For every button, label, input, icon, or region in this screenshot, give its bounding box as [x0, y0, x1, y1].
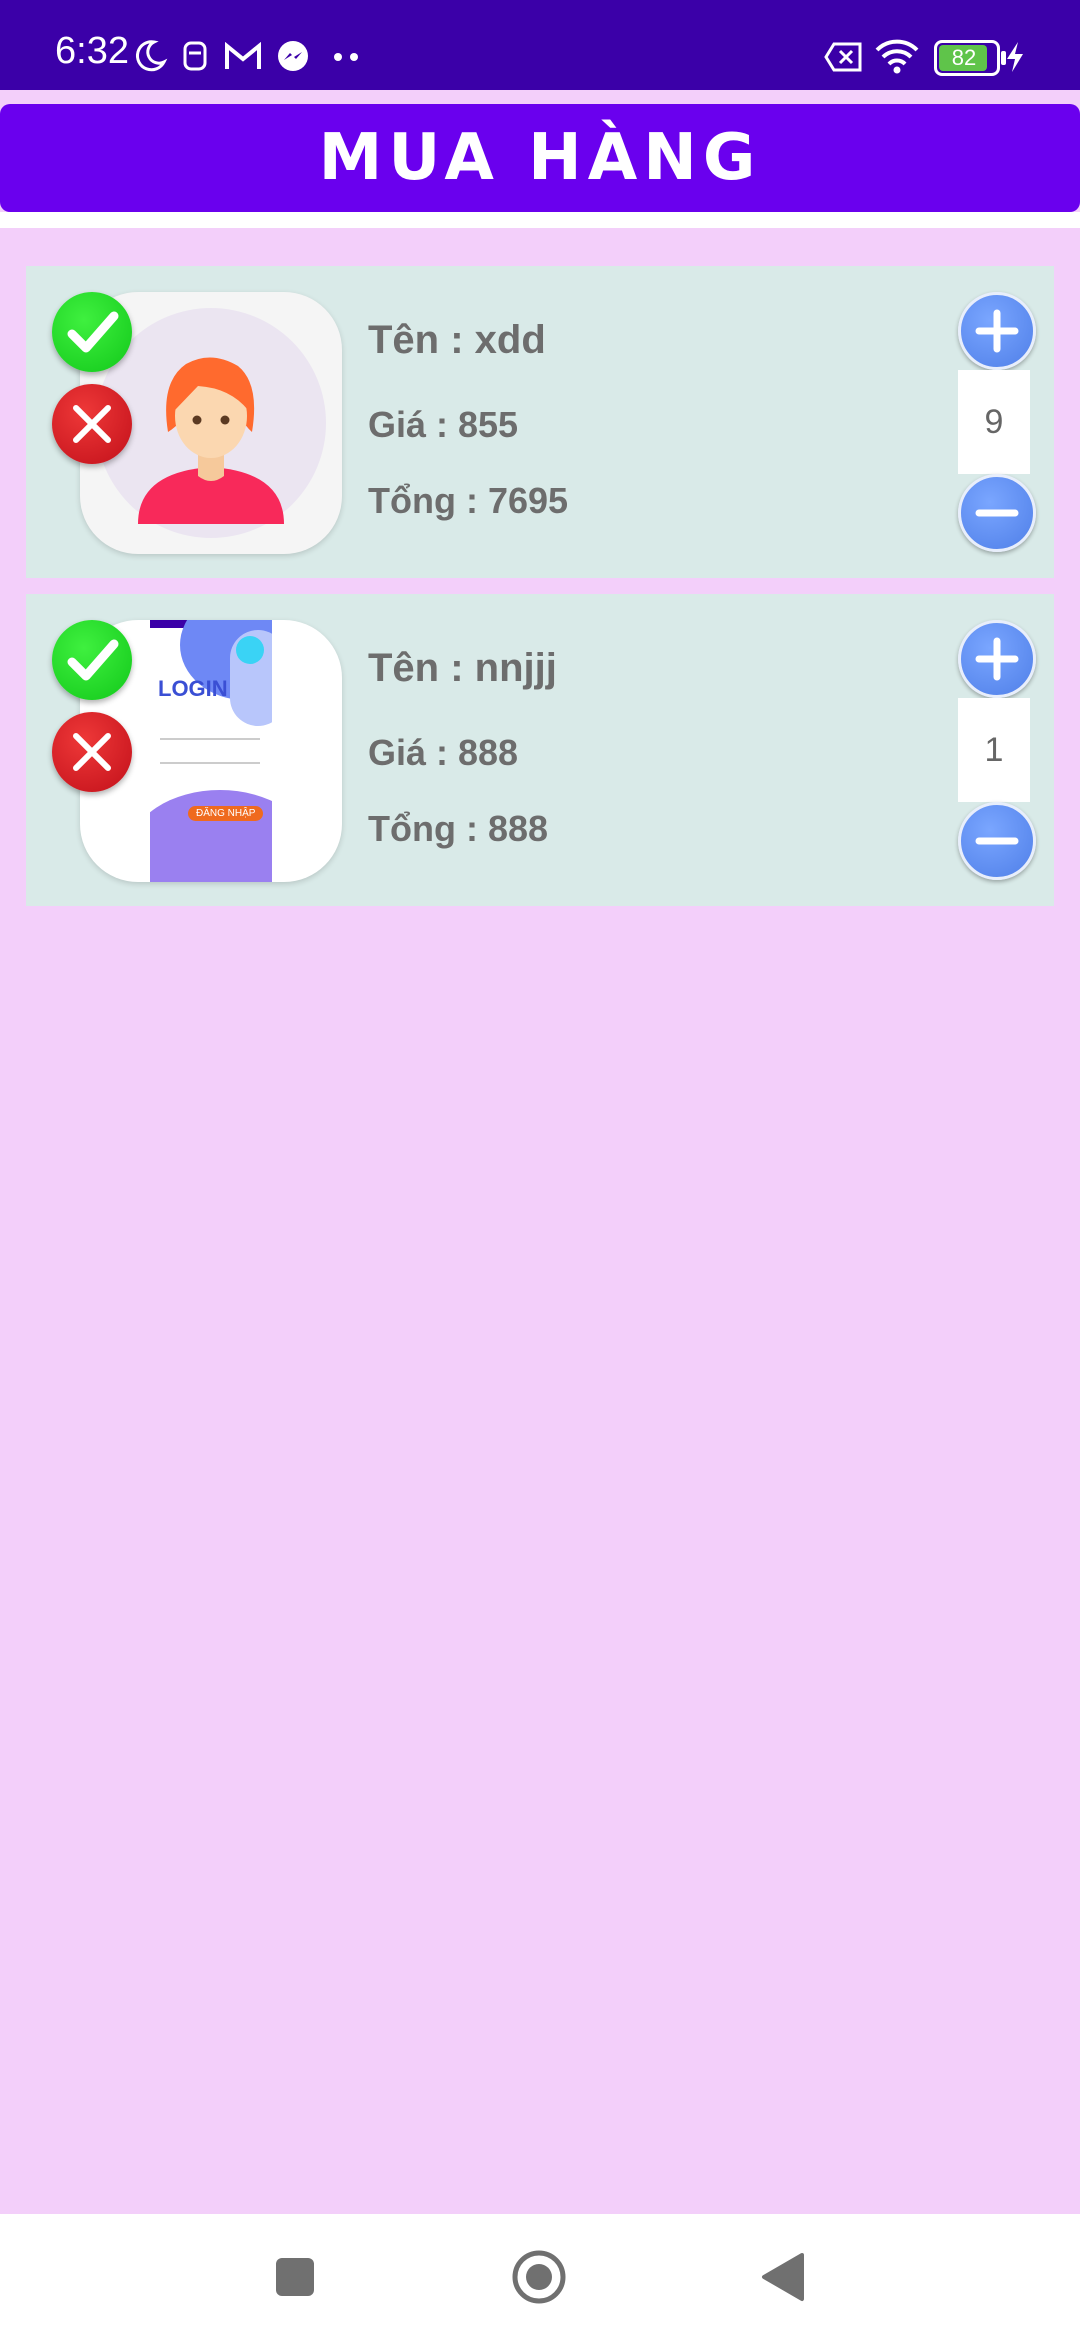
product-price: Giá : 855 [368, 404, 519, 445]
gmail-icon [225, 42, 261, 69]
battery-icon: 82 [934, 40, 1006, 76]
cart-item: LOGIN ĐĂNG NHẬP Tên : nnjjj Giá : 888 Tổ… [26, 594, 1054, 906]
remove-button[interactable] [52, 384, 132, 464]
plus-icon [975, 309, 1019, 353]
navigation-bar [0, 2214, 1080, 2340]
more-notifications-icon [334, 53, 358, 61]
check-button[interactable] [52, 620, 132, 700]
app-header: MUA HÀNG [0, 104, 1080, 212]
header-divider [0, 212, 1080, 228]
moon-icon [135, 40, 168, 72]
notification-icon [183, 41, 207, 71]
quantity-value: 9 [958, 370, 1030, 474]
check-icon [67, 639, 119, 681]
plus-icon [975, 637, 1019, 681]
thumb-login-button-text: ĐĂNG NHẬP [188, 806, 264, 821]
status-time: 6:32 [55, 30, 129, 72]
decrease-button[interactable] [958, 474, 1036, 552]
page-title: MUA HÀNG [318, 121, 762, 195]
product-price: Giá : 888 [368, 732, 519, 773]
cart-item: Tên : xdd Giá : 855 Tổng : 7695 9 [26, 266, 1054, 578]
product-total: Tổng : 888 [368, 808, 549, 849]
close-icon [73, 733, 111, 771]
status-bar: 6:32 82 [0, 0, 1080, 90]
charging-icon [1007, 42, 1023, 72]
increase-button[interactable] [958, 620, 1036, 698]
product-total: Tổng : 7695 [368, 480, 569, 521]
battery-level: 82 [951, 45, 977, 70]
product-name: Tên : xdd [368, 318, 546, 362]
check-button[interactable] [52, 292, 132, 372]
back-button[interactable] [760, 2252, 806, 2302]
thumb-login-text: LOGIN [158, 676, 228, 701]
quantity-value: 1 [958, 698, 1030, 802]
increase-button[interactable] [958, 292, 1036, 370]
decrease-button[interactable] [958, 802, 1036, 880]
close-icon [73, 405, 111, 443]
minus-icon [975, 837, 1019, 845]
remove-button[interactable] [52, 712, 132, 792]
wifi-icon [875, 39, 919, 74]
home-button[interactable] [510, 2248, 568, 2306]
recent-apps-button[interactable] [276, 2258, 314, 2296]
check-icon [67, 311, 119, 353]
messenger-icon [278, 41, 308, 71]
minus-icon [975, 509, 1019, 517]
product-name: Tên : nnjjj [368, 646, 557, 690]
no-sim-icon [824, 42, 862, 72]
